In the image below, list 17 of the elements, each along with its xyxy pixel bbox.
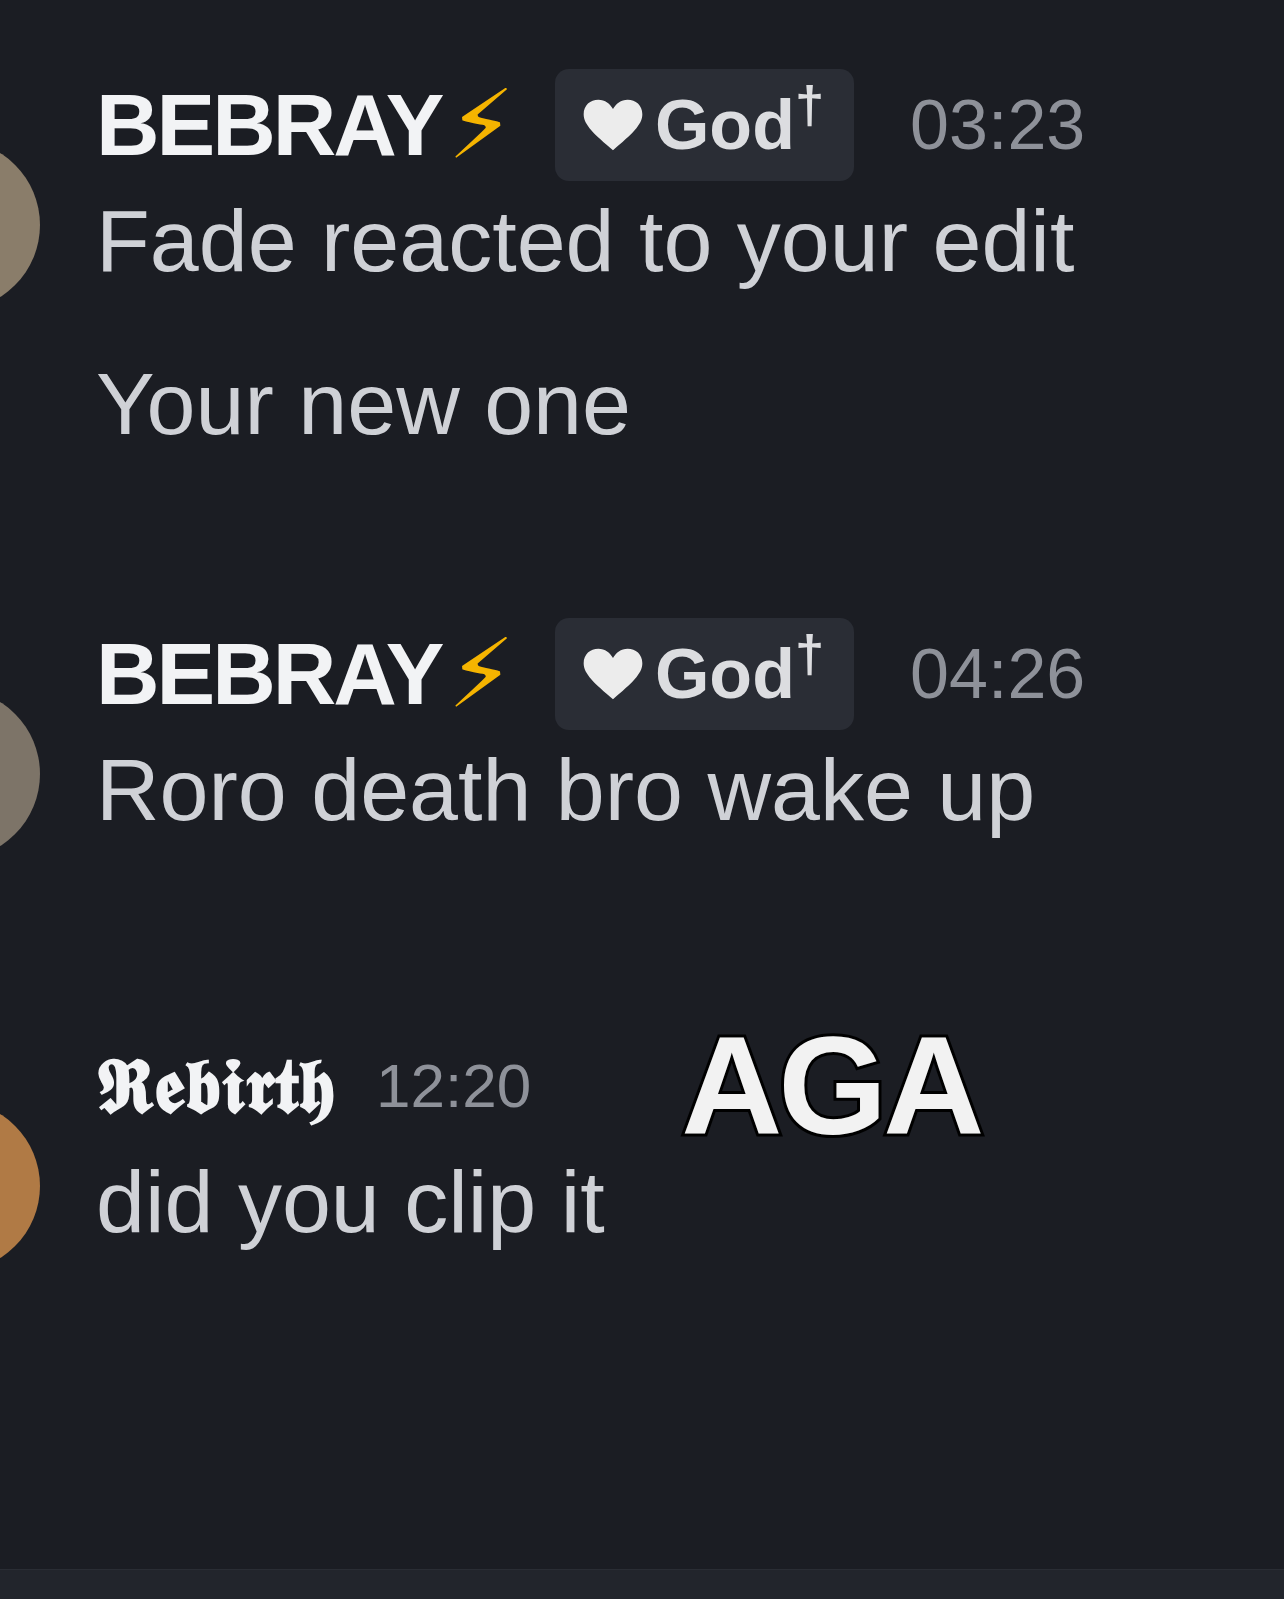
username[interactable]: BEBRAY — [96, 630, 442, 719]
message-text: Fade reacted to your edit — [96, 190, 1076, 292]
message-text: Your new one — [96, 353, 632, 455]
timestamp: 04:26 — [910, 639, 1086, 710]
role-name: God$^{†}$ — [654, 77, 826, 166]
timestamp: 12:20 — [376, 1054, 532, 1117]
role-tag[interactable]: God$^{†}$ — [554, 69, 855, 181]
message-text: Roro death bro wake up — [96, 739, 1037, 841]
lightning-emoji: ⚡ — [447, 77, 515, 173]
role-tag[interactable]: God$^{†}$ — [554, 618, 855, 731]
role-name: God$^{†}$ — [654, 627, 826, 716]
message-text: did you clip it — [96, 1150, 606, 1252]
username[interactable]: BEBRAY — [96, 81, 442, 169]
timestamp: 03:23 — [910, 90, 1086, 160]
lightning-emoji: ⚡ — [447, 626, 515, 723]
sticker[interactable]: AGA — [681, 1015, 981, 1156]
username[interactable]: 𝕽𝖊𝖇𝖎𝖗𝖙𝖍 — [96, 1047, 336, 1124]
